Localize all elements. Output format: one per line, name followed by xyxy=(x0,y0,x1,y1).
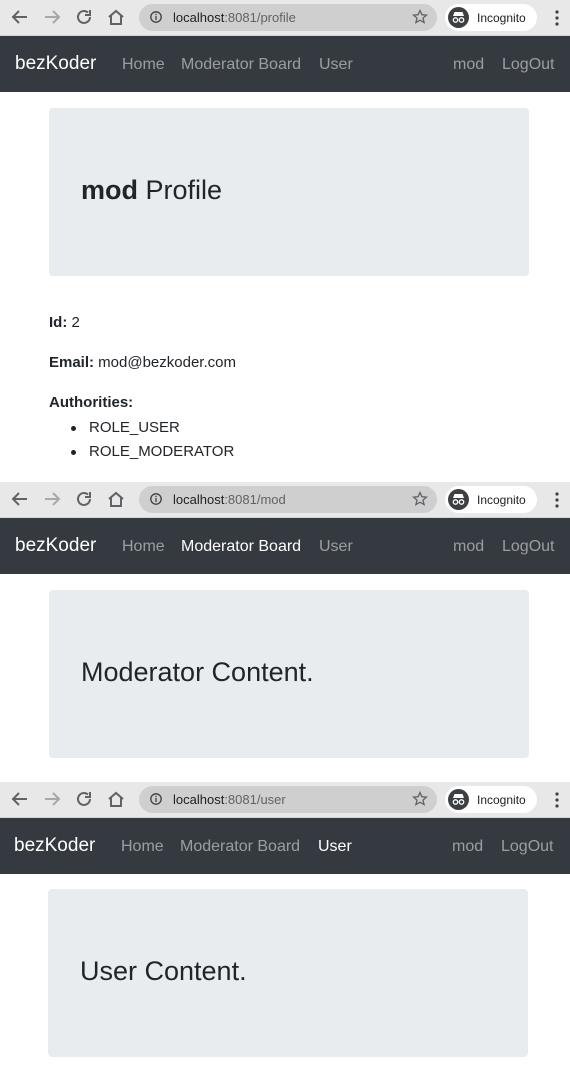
jumbotron: mod Profile xyxy=(49,108,529,276)
list-item: ROLE_MODERATOR xyxy=(49,440,234,464)
home-icon xyxy=(108,9,124,25)
reload-icon xyxy=(77,491,91,506)
nav-link-profile[interactable]: mod xyxy=(452,837,483,856)
screen-user: localhost:8081/user Incognito bezKoder H… xyxy=(0,782,570,1080)
home-icon xyxy=(108,491,124,507)
list-item: ROLE_USER xyxy=(49,416,234,440)
back-arrow-icon xyxy=(11,10,27,24)
page-title: mod Profile xyxy=(81,175,223,205)
incognito-icon xyxy=(448,489,469,510)
incognito-label: Incognito xyxy=(477,493,526,507)
back-arrow-icon xyxy=(11,492,27,506)
home-icon xyxy=(108,791,124,807)
bookmark-star-icon[interactable] xyxy=(412,9,428,25)
page-title: User Content. xyxy=(80,956,247,986)
address-bar[interactable]: localhost:8081/mod xyxy=(139,486,437,513)
home-button[interactable] xyxy=(104,487,128,511)
nav-link-user[interactable]: User xyxy=(319,537,353,556)
nav-link-profile[interactable]: mod xyxy=(453,55,484,74)
back-button[interactable] xyxy=(8,5,32,29)
jumbotron: Moderator Content. xyxy=(49,590,529,758)
nav-link-profile[interactable]: mod xyxy=(453,537,484,556)
incognito-label: Incognito xyxy=(477,11,526,25)
address-bar[interactable]: localhost:8081/user xyxy=(139,786,437,813)
nav-link-logout[interactable]: LogOut xyxy=(502,55,554,74)
nav-link-home[interactable]: Home xyxy=(122,55,165,74)
nav-link-moderator-board[interactable]: Moderator Board xyxy=(181,55,301,74)
home-button[interactable] xyxy=(104,5,128,29)
incognito-icon xyxy=(448,7,469,28)
url-text: localhost:8081/profile xyxy=(173,10,296,25)
screen-moderator: localhost:8081/mod Incognito bezKoder Ho… xyxy=(0,482,570,782)
browser-toolbar: localhost:8081/mod Incognito xyxy=(0,482,570,518)
info-icon[interactable] xyxy=(150,493,162,505)
back-button[interactable] xyxy=(8,487,32,511)
nav-link-moderator-board[interactable]: Moderator Board xyxy=(180,837,300,856)
navbar-brand[interactable]: bezKoder xyxy=(14,835,95,857)
page-title: Moderator Content. xyxy=(81,657,314,687)
back-arrow-icon xyxy=(11,792,27,806)
profile-id: Id: 2 xyxy=(49,314,80,331)
reload-icon xyxy=(77,9,91,24)
navbar-brand[interactable]: bezKoder xyxy=(15,535,96,557)
back-button[interactable] xyxy=(8,787,32,811)
forward-button[interactable] xyxy=(40,5,64,29)
info-icon[interactable] xyxy=(150,11,162,23)
home-button[interactable] xyxy=(104,787,128,811)
nav-link-user[interactable]: User xyxy=(318,837,352,856)
forward-arrow-icon xyxy=(45,792,61,806)
url-text: localhost:8081/mod xyxy=(173,492,286,507)
authorities-list: ROLE_USER ROLE_MODERATOR xyxy=(49,416,234,464)
browser-toolbar: localhost:8081/profile Incognito xyxy=(0,0,570,36)
nav-link-logout[interactable]: LogOut xyxy=(501,837,553,856)
browser-menu-icon[interactable] xyxy=(552,8,562,28)
reload-icon xyxy=(77,791,91,806)
screen-profile: localhost:8081/profile Incognito bezKode… xyxy=(0,0,570,482)
bookmark-star-icon[interactable] xyxy=(412,491,428,507)
forward-arrow-icon xyxy=(45,10,61,24)
navbar: bezKoder Home Moderator Board User mod L… xyxy=(0,818,570,874)
url-text: localhost:8081/user xyxy=(173,792,286,807)
forward-button[interactable] xyxy=(40,487,64,511)
incognito-icon xyxy=(448,789,469,810)
jumbotron: User Content. xyxy=(48,889,528,1057)
incognito-indicator[interactable]: Incognito xyxy=(445,486,537,513)
nav-link-home[interactable]: Home xyxy=(121,837,164,856)
navbar: bezKoder Home Moderator Board User mod L… xyxy=(0,518,570,574)
incognito-label: Incognito xyxy=(477,793,526,807)
profile-authorities-label: Authorities: xyxy=(49,394,134,411)
address-bar[interactable]: localhost:8081/profile xyxy=(139,4,437,31)
nav-link-moderator-board[interactable]: Moderator Board xyxy=(181,537,301,556)
reload-button[interactable] xyxy=(72,787,96,811)
nav-link-logout[interactable]: LogOut xyxy=(502,537,554,556)
info-icon[interactable] xyxy=(150,793,162,805)
reload-button[interactable] xyxy=(72,5,96,29)
forward-arrow-icon xyxy=(45,492,61,506)
incognito-indicator[interactable]: Incognito xyxy=(445,4,537,31)
browser-menu-icon[interactable] xyxy=(552,490,562,510)
profile-email: Email: mod@bezkoder.com xyxy=(49,354,236,371)
incognito-indicator[interactable]: Incognito xyxy=(445,786,537,813)
browser-menu-icon[interactable] xyxy=(552,790,562,810)
browser-toolbar: localhost:8081/user Incognito xyxy=(0,782,570,818)
navbar: bezKoder Home Moderator Board User mod L… xyxy=(0,36,570,92)
forward-button[interactable] xyxy=(40,787,64,811)
nav-link-user[interactable]: User xyxy=(319,55,353,74)
nav-link-home[interactable]: Home xyxy=(122,537,165,556)
reload-button[interactable] xyxy=(72,487,96,511)
navbar-brand[interactable]: bezKoder xyxy=(15,53,96,75)
bookmark-star-icon[interactable] xyxy=(412,791,428,807)
